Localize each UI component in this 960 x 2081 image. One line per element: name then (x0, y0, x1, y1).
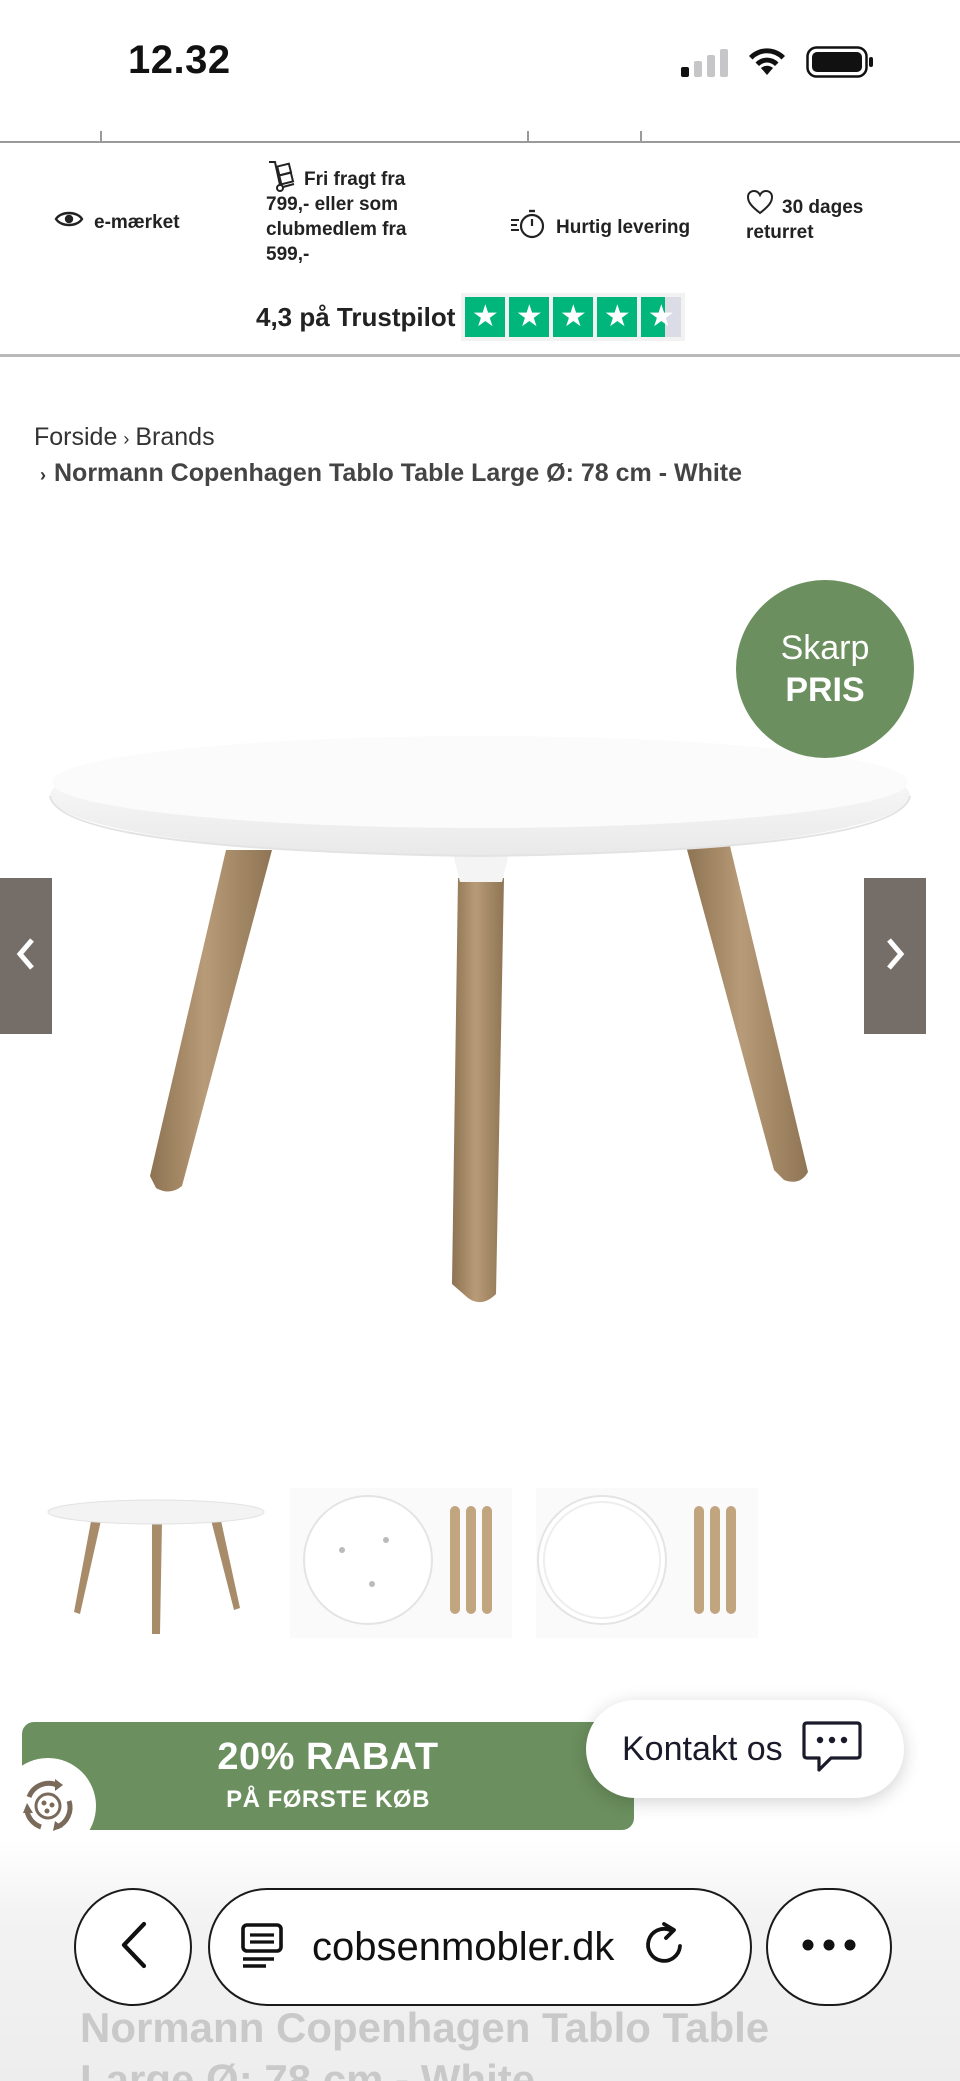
breadcrumb-separator-icon: › (123, 429, 130, 449)
browser-more-button[interactable] (766, 1888, 892, 2006)
badge-line2: PRIS (785, 671, 865, 709)
address-bar[interactable]: cobsenmobler.dk (208, 1888, 752, 2006)
star-icon: ★ (465, 297, 506, 337)
trustpilot-stars: ★ ★ ★ ★ ★ (461, 293, 686, 341)
usp-emark-label: e-mærket (94, 212, 180, 233)
nav-tick (527, 131, 529, 143)
nav-tick (640, 131, 642, 143)
star-icon: ★ (509, 297, 550, 337)
badge-line1: Skarp (780, 629, 870, 667)
thumbnail-strip (44, 1488, 758, 1638)
chevron-left-icon (15, 937, 37, 976)
usp-delivery-label: Hurtig levering (556, 217, 691, 238)
trustpilot-rating[interactable]: 4,3 på Trustpilot ★ ★ ★ ★ ★ (256, 293, 686, 341)
browser-back-button[interactable] (74, 1888, 192, 2006)
eye-icon (54, 209, 84, 236)
prev-image-button[interactable] (0, 878, 52, 1034)
star-icon: ★ (597, 297, 638, 337)
half-star-icon: ★ (641, 297, 682, 337)
discount-subtitle: PÅ FØRSTE KØB (226, 1786, 430, 1813)
status-time: 12.32 (128, 38, 231, 82)
wifi-icon (746, 47, 788, 77)
thumbnail-3[interactable] (536, 1488, 758, 1638)
breadcrumb-brands[interactable]: Brands (135, 423, 214, 451)
usp-emark[interactable]: e-mærket (54, 209, 180, 236)
heart-icon (746, 189, 774, 222)
sharp-price-badge: Skarp PRIS (736, 580, 914, 758)
signal-icon (681, 47, 728, 77)
contact-label: Kontakt os (622, 1729, 783, 1768)
more-dots-icon (801, 1938, 857, 1957)
product-title-line2: Large Ø: 78 cm - White (80, 2056, 536, 2081)
star-icon: ★ (553, 297, 594, 337)
status-icons (681, 46, 874, 78)
thumbnail-1[interactable] (44, 1488, 266, 1638)
usp-delivery[interactable]: Hurtig levering (510, 209, 690, 246)
back-arrow-icon (116, 1920, 150, 1975)
chevron-right-icon (884, 937, 906, 976)
nav-tick (100, 131, 102, 143)
thumbnail-2[interactable] (290, 1488, 512, 1638)
contact-button[interactable]: Kontakt os (586, 1700, 904, 1798)
url-text: cobsenmobler.dk (312, 1924, 615, 1969)
breadcrumb-separator-icon: › (40, 465, 46, 485)
breadcrumb-current: Normann Copenhagen Tablo Table Large Ø: … (54, 459, 743, 487)
chat-bubble-icon (801, 1719, 863, 1780)
breadcrumb: Forside › Brands › Normann Copenhagen Tablo… (34, 420, 742, 492)
usp-returns[interactable]: 30 dages returret (746, 189, 896, 245)
product-title-line1: Normann Copenhagen Tablo Table (80, 2004, 770, 2051)
reload-icon[interactable] (642, 1921, 688, 1973)
trustpilot-text: 4,3 på Trustpilot (256, 301, 456, 332)
next-image-button[interactable] (864, 878, 926, 1034)
usp-shipping[interactable]: Fri fragt fra 799,- eller som clubmedlem… (266, 161, 436, 267)
discount-title: 20% RABAT (217, 1736, 439, 1778)
battery-icon (806, 46, 874, 78)
product-title-behind-toolbar: Normann Copenhagen Tablo Table Large Ø: … (80, 2002, 769, 2081)
stopwatch-icon (510, 209, 546, 246)
status-bar: 12.32 (0, 0, 960, 140)
discount-banner[interactable]: 20% RABAT PÅ FØRSTE KØB (22, 1722, 634, 1830)
breadcrumb-home[interactable]: Forside (34, 423, 117, 451)
usp-bar: e-mærket Fri fragt fra 799,- eller som c… (0, 143, 960, 357)
trolley-icon (266, 159, 296, 200)
reader-icon[interactable] (240, 1921, 284, 1974)
